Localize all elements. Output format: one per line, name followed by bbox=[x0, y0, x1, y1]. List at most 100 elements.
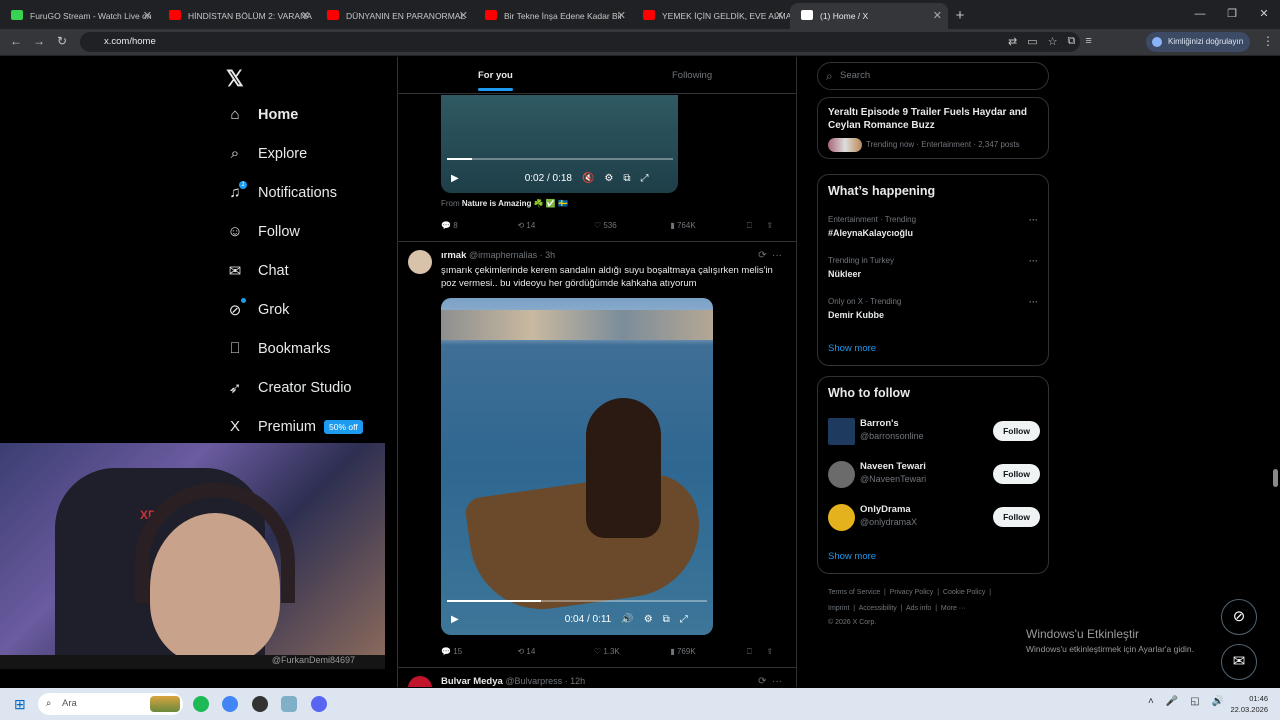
retweet-button[interactable]: ⟲ 14 bbox=[517, 647, 593, 657]
close-icon[interactable]: ✕ bbox=[933, 3, 942, 29]
settings-icon[interactable]: ⚙ bbox=[644, 614, 653, 625]
browser-tab[interactable]: DÜNYANIN EN PARANORMAL ✕ bbox=[316, 3, 474, 29]
footer-link[interactable]: More ··· bbox=[941, 605, 966, 612]
volume-icon[interactable]: 🔊 bbox=[1212, 696, 1224, 707]
more-icon[interactable]: ··· bbox=[1029, 297, 1038, 307]
nav-bookmarks[interactable]: ⎕ Bookmarks bbox=[226, 340, 330, 357]
x-logo-icon[interactable]: 𝕏 bbox=[226, 66, 244, 92]
new-tab-button[interactable]: + bbox=[948, 3, 972, 29]
fullscreen-icon[interactable]: ⤢ bbox=[680, 614, 688, 625]
pip-icon[interactable]: ⧉ bbox=[663, 614, 670, 625]
reply-button[interactable]: 💬 15 bbox=[441, 647, 517, 657]
reload-icon[interactable]: ↻ bbox=[57, 34, 67, 48]
cast-icon[interactable]: ▭ bbox=[1027, 35, 1037, 48]
close-window-icon[interactable]: ✕ bbox=[1248, 0, 1280, 28]
avatar[interactable] bbox=[408, 250, 432, 274]
tab-for-you[interactable]: For you bbox=[478, 70, 513, 91]
fullscreen-icon[interactable]: ⤢ bbox=[641, 173, 649, 184]
close-icon[interactable]: ✕ bbox=[301, 3, 310, 29]
nav-grok[interactable]: ⊘ Grok bbox=[226, 298, 289, 319]
chevron-up-icon[interactable]: ˄ bbox=[1148, 696, 1154, 707]
tweet-author[interactable]: Bulvar Medya @Bulvarpress · 12h bbox=[441, 676, 585, 687]
windows-start-icon[interactable]: ⊞ bbox=[14, 696, 26, 713]
share-icon[interactable]: ⇪ bbox=[766, 221, 786, 231]
browser-tab-active[interactable]: (1) Home / X ✕ bbox=[790, 3, 948, 29]
chrome-icon[interactable] bbox=[222, 696, 238, 712]
chat-icon[interactable]: ✉ bbox=[1221, 644, 1257, 680]
volume-icon[interactable]: 🔊 bbox=[621, 614, 633, 625]
play-icon[interactable]: ▶ bbox=[451, 173, 459, 184]
more-icon[interactable]: ··· bbox=[1029, 256, 1038, 266]
settings-icon[interactable]: ⚙ bbox=[604, 173, 613, 184]
show-more-link[interactable]: Show more bbox=[828, 551, 876, 562]
pip-icon[interactable]: ⧉ bbox=[623, 173, 630, 184]
browser-tab[interactable]: YEMEK İÇİN GELDİK, EVE ALMA ✕ bbox=[632, 3, 790, 29]
nav-chat[interactable]: ✉ Chat bbox=[226, 262, 289, 280]
extensions-icon[interactable]: ⧉ bbox=[1068, 35, 1076, 48]
follow-button[interactable]: Follow bbox=[993, 464, 1040, 484]
retweet-button[interactable]: ⟲ 14 bbox=[517, 221, 593, 231]
network-icon[interactable]: ◱ bbox=[1190, 696, 1199, 707]
spotify-icon[interactable] bbox=[193, 696, 209, 712]
footer-link[interactable]: Ads info bbox=[906, 605, 931, 612]
footer-link[interactable]: Accessibility bbox=[859, 605, 897, 612]
close-icon[interactable]: ✕ bbox=[459, 3, 468, 29]
source-name[interactable]: Nature is Amazing ☘️ ✅ 🇸🇪 bbox=[462, 199, 568, 208]
browser-tab[interactable]: Bir Tekne İnşa Edene Kadar Bir ✕ bbox=[474, 3, 632, 29]
trend-item[interactable]: Only on X · Trending Demir Kubbe ··· bbox=[828, 297, 1038, 320]
media-icon[interactable]: ≡ bbox=[1085, 35, 1091, 48]
video-progress[interactable] bbox=[447, 600, 707, 602]
close-icon[interactable]: ✕ bbox=[617, 3, 626, 29]
app-icon[interactable] bbox=[281, 696, 297, 712]
bookmark-icon[interactable]: ⎕ bbox=[747, 647, 767, 657]
follow-button[interactable]: Follow bbox=[993, 507, 1040, 527]
views-button[interactable]: ▮ 769K bbox=[670, 647, 746, 657]
menu-icon[interactable]: ⋮ bbox=[1262, 34, 1274, 48]
show-more-link[interactable]: Show more bbox=[828, 343, 876, 354]
video-player[interactable]: ▶ 0:04 / 0:11 🔊 ⚙ ⧉ ⤢ bbox=[441, 298, 713, 635]
url-field[interactable]: x.com/home bbox=[80, 32, 1080, 52]
maximize-icon[interactable]: ❐ bbox=[1216, 0, 1248, 28]
minimize-icon[interactable]: — bbox=[1184, 0, 1216, 28]
like-button[interactable]: ♡ 1.3K bbox=[594, 647, 670, 657]
profile-button[interactable]: Kimliğinizi doğrulayın bbox=[1146, 32, 1250, 52]
scrollbar-thumb[interactable] bbox=[1273, 469, 1278, 487]
mute-icon[interactable]: 🔇 bbox=[582, 173, 594, 184]
forward-icon[interactable]: → bbox=[33, 34, 45, 48]
star-icon[interactable]: ☆ bbox=[1048, 35, 1058, 48]
footer-link[interactable]: Privacy Policy bbox=[890, 589, 934, 596]
nav-home[interactable]: ⌂ Home bbox=[226, 106, 298, 123]
translate-icon[interactable]: ⇄ bbox=[1008, 35, 1017, 48]
follow-suggestion[interactable]: OnlyDrama @onlydramaX Follow bbox=[828, 503, 1040, 533]
bookmark-icon[interactable]: ⎕ bbox=[747, 221, 767, 231]
browser-tab[interactable]: FuruGO Stream - Watch Live on ✕ bbox=[0, 3, 158, 29]
more-icon[interactable]: ··· bbox=[1029, 215, 1038, 225]
grok-icon[interactable]: ⊘ bbox=[1221, 599, 1257, 635]
close-icon[interactable]: ✕ bbox=[775, 3, 784, 29]
trend-item[interactable]: Trending in Turkey Nükleer ··· bbox=[828, 256, 1038, 279]
app-icon[interactable] bbox=[252, 696, 268, 712]
browser-tab[interactable]: HİNDİSTAN BÖLÜM 2: VARANA ✕ bbox=[158, 3, 316, 29]
burger-widget-icon[interactable] bbox=[150, 696, 180, 712]
like-button[interactable]: ♡ 536 bbox=[594, 221, 670, 231]
trending-card[interactable]: Yeraltı Episode 9 Trailer Fuels Haydar a… bbox=[817, 97, 1049, 159]
follow-suggestion[interactable]: Naveen Tewari @NaveenTewari Follow bbox=[828, 460, 1040, 490]
nav-premium[interactable]: X Premium 50% off bbox=[226, 418, 363, 435]
play-icon[interactable]: ▶ bbox=[451, 614, 459, 625]
nav-explore[interactable]: ⌕ Explore bbox=[226, 145, 307, 162]
nav-creator-studio[interactable]: ➶ Creator Studio bbox=[226, 379, 352, 397]
more-icon[interactable]: ⟳ ··· bbox=[758, 676, 782, 687]
back-icon[interactable]: ← bbox=[10, 34, 22, 48]
views-button[interactable]: ▮ 764K bbox=[670, 221, 746, 231]
follow-suggestion[interactable]: Barron's @barronsonline Follow bbox=[828, 417, 1040, 447]
clock[interactable]: 01:46 22.03.2026 bbox=[1226, 693, 1268, 715]
tab-following[interactable]: Following bbox=[672, 70, 712, 81]
video-player[interactable]: ▶ 0:02 / 0:18 🔇 ⚙ ⧉ ⤢ bbox=[441, 95, 678, 193]
reply-button[interactable]: 💬 8 bbox=[441, 221, 517, 231]
scrollbar[interactable] bbox=[1271, 57, 1280, 688]
avatar[interactable] bbox=[408, 676, 432, 687]
search-input[interactable]: Search bbox=[817, 62, 1049, 90]
footer-link[interactable]: Cookie Policy bbox=[943, 589, 985, 596]
nav-follow[interactable]: ☺ Follow bbox=[226, 223, 300, 240]
nav-notifications[interactable]: ♫ 1 Notifications bbox=[226, 181, 337, 201]
